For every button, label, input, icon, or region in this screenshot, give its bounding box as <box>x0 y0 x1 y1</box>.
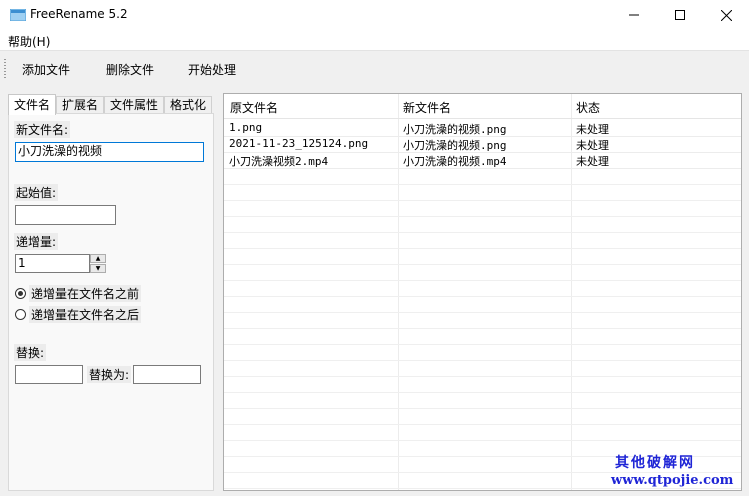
cell-original-name: 1.png <box>229 121 263 134</box>
radio-after-label: 递增量在文件名之后 <box>29 306 142 323</box>
header-status[interactable]: 状态 <box>576 99 600 116</box>
radio-after-circle[interactable] <box>15 309 26 320</box>
grid-line <box>224 184 741 185</box>
delete-file-button[interactable]: 删除文件 <box>106 61 154 78</box>
minimize-button[interactable] <box>611 0 657 30</box>
replace-label: 替换: <box>14 344 47 361</box>
replace-with-input[interactable] <box>133 365 201 384</box>
grid-line <box>224 360 741 361</box>
minimize-icon <box>629 14 639 16</box>
window-title: FreeRename 5.2 <box>30 7 128 21</box>
tab-extension[interactable]: 扩展名 <box>56 96 104 114</box>
cell-new-name: 小刀洗澡的视频.png <box>403 139 507 152</box>
table-row[interactable]: 小刀洗澡视频2.mp4 小刀洗澡的视频.mp4 未处理 <box>224 152 741 169</box>
app-icon <box>10 9 26 21</box>
grid-line <box>224 488 741 489</box>
new-name-input[interactable]: 小刀洗澡的视频 <box>15 142 204 162</box>
start-process-button[interactable]: 开始处理 <box>188 61 236 78</box>
grid-line <box>224 232 741 233</box>
grid-line <box>224 328 741 329</box>
cell-original-name: 小刀洗澡视频2.mp4 <box>229 155 329 168</box>
table-header: 原文件名 新文件名 状态 <box>224 94 741 119</box>
grid-line <box>224 392 741 393</box>
grid-line <box>224 200 741 201</box>
grid-line <box>224 376 741 377</box>
menu-bar: 帮助(H) <box>0 30 749 51</box>
grid-line <box>224 424 741 425</box>
spin-up-icon[interactable]: ▲ <box>90 254 106 263</box>
maximize-icon <box>675 10 685 20</box>
grid-line <box>224 344 741 345</box>
title-bar: FreeRename 5.2 <box>0 0 749 30</box>
tab-strip: 文件名 扩展名 文件属性 格式化 <box>8 94 213 115</box>
grid-line <box>224 296 741 297</box>
spin-down-icon[interactable]: ▼ <box>90 264 106 273</box>
radio-before-label: 递增量在文件名之前 <box>29 285 142 302</box>
tab-file-attributes[interactable]: 文件属性 <box>104 96 164 114</box>
grid-line <box>224 440 741 441</box>
radio-before[interactable]: 递增量在文件名之前 <box>15 285 142 302</box>
table-row[interactable]: 1.png 小刀洗澡的视频.png 未处理 <box>224 120 741 137</box>
close-button[interactable] <box>703 0 749 30</box>
cell-status: 未处理 <box>576 123 609 136</box>
radio-after[interactable]: 递增量在文件名之后 <box>15 306 142 323</box>
replace-input[interactable] <box>15 365 83 384</box>
toolbar: 添加文件 删除文件 开始处理 <box>0 51 749 87</box>
close-icon <box>720 9 732 21</box>
step-spinner[interactable]: ▲ ▼ <box>90 254 106 273</box>
watermark-text: 其他破解网 <box>615 455 695 471</box>
grid-line <box>224 216 741 217</box>
replace-with-label: 替换为: <box>87 366 132 383</box>
filename-panel: 新文件名: 小刀洗澡的视频 起始值: 递增量: 1 ▲ ▼ 递增量在文件名之前 … <box>8 113 214 491</box>
tab-format[interactable]: 格式化 <box>164 96 212 114</box>
header-new-name[interactable]: 新文件名 <box>403 99 451 116</box>
grid-line <box>224 264 741 265</box>
step-label: 递增量: <box>14 233 59 250</box>
tab-filename[interactable]: 文件名 <box>8 94 56 115</box>
add-file-button[interactable]: 添加文件 <box>22 61 70 78</box>
header-original-name[interactable]: 原文件名 <box>230 99 278 116</box>
file-list[interactable]: 原文件名 新文件名 状态 1.png 小刀洗澡的视频.png 未处理 2021-… <box>223 93 742 491</box>
watermark-url: www.qtpojie.com <box>611 473 734 488</box>
menu-help[interactable]: 帮助(H) <box>8 33 50 50</box>
step-input[interactable]: 1 <box>15 254 90 273</box>
cell-new-name: 小刀洗澡的视频.mp4 <box>403 155 507 168</box>
radio-before-circle[interactable] <box>15 288 26 299</box>
grid-line <box>224 248 741 249</box>
new-name-label: 新文件名: <box>14 121 71 138</box>
table-row[interactable]: 2021-11-23_125124.png 小刀洗澡的视频.png 未处理 <box>224 136 741 153</box>
cell-original-name: 2021-11-23_125124.png <box>229 137 369 150</box>
maximize-button[interactable] <box>657 0 703 30</box>
cell-new-name: 小刀洗澡的视频.png <box>403 123 507 136</box>
grid-line <box>224 312 741 313</box>
grid-line <box>224 280 741 281</box>
toolbar-grip[interactable] <box>4 59 6 79</box>
cell-status: 未处理 <box>576 155 609 168</box>
start-value-label: 起始值: <box>14 184 59 201</box>
start-value-input[interactable] <box>15 205 116 225</box>
grid-line <box>224 408 741 409</box>
cell-status: 未处理 <box>576 139 609 152</box>
